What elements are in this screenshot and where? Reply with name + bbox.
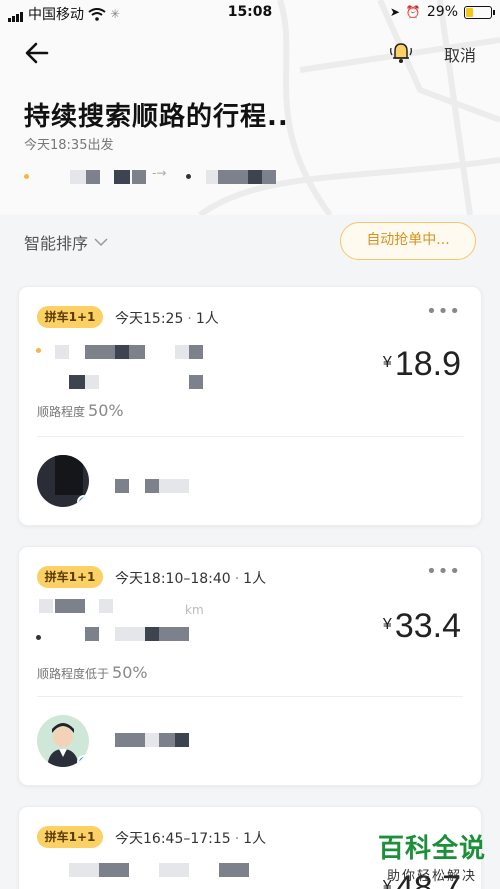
trip-time: 今天15:25 (115, 311, 184, 327)
redacted-text (115, 345, 129, 359)
redacted-text (132, 170, 146, 184)
price-value: 33.4 (394, 607, 461, 645)
redacted-text (85, 627, 99, 641)
trip-time: 今天16:45–17:15 (115, 831, 231, 847)
redacted-name (115, 479, 129, 493)
depart-time: 今天18:35出发 (24, 138, 114, 153)
carpool-badge: 拼车1+1 (37, 566, 103, 588)
route-match: 顺路程度低于 50% (37, 663, 148, 682)
destination-dot (36, 635, 41, 640)
route-arrow-icon: -→ (152, 166, 167, 180)
price: ¥33.4 (383, 607, 461, 646)
redacted-name (145, 479, 159, 493)
avatar[interactable] (37, 455, 89, 507)
redacted-text (262, 170, 276, 184)
redacted-text (99, 599, 113, 613)
auto-grab-button[interactable]: 自动抢单中... (340, 222, 476, 260)
carpool-badge: 拼车1+1 (37, 306, 103, 328)
verified-icon (77, 755, 89, 767)
watermark-title: 百科全说 (377, 834, 486, 864)
separator: · (234, 831, 240, 847)
redacted-text (219, 863, 249, 877)
redacted-text (85, 375, 99, 389)
redacted-text (206, 170, 218, 184)
battery-percent: 29% (426, 4, 458, 20)
divider (37, 696, 463, 697)
more-icon[interactable]: ••• (426, 561, 461, 582)
match-label: 顺路程度 (37, 405, 86, 419)
trip-people: 1人 (243, 571, 267, 587)
match-label: 顺路程度低于 (37, 667, 110, 681)
verified-icon (77, 495, 89, 507)
redacted-name (115, 733, 145, 747)
cancel-button[interactable]: 取消 (444, 42, 476, 66)
redacted-text (248, 170, 262, 184)
avatar[interactable] (37, 715, 89, 767)
avatar-image (55, 455, 83, 495)
currency-symbol: ¥ (382, 616, 392, 633)
back-arrow-icon[interactable] (22, 38, 52, 68)
redacted-text (159, 627, 189, 641)
redacted-text (145, 627, 159, 641)
smart-sort-dropdown[interactable]: 智能排序 (24, 230, 108, 254)
trip-people: 1人 (195, 311, 219, 327)
redacted-text (175, 345, 189, 359)
redacted-text (159, 863, 189, 877)
trip-card[interactable]: 拼车1+1 今天15:25 · 1人 ••• ¥18.9 顺路程度 50% (18, 286, 482, 526)
redacted-text (86, 170, 100, 184)
match-value: 50% (88, 401, 124, 420)
bell-icon[interactable] (386, 38, 416, 68)
divider (37, 436, 463, 437)
trip-info: 今天15:25 · 1人 (115, 308, 219, 328)
carpool-badge: 拼车1+1 (37, 826, 103, 848)
redacted-text (189, 345, 203, 359)
sort-label: 智能排序 (24, 234, 89, 253)
redacted-text (115, 627, 145, 641)
redacted-text (55, 345, 69, 359)
redacted-name (159, 733, 175, 747)
price-value: 18.9 (394, 345, 461, 383)
redacted-name (159, 479, 189, 493)
battery-icon (464, 5, 495, 19)
trip-people: 1人 (243, 831, 267, 847)
redacted-text (55, 599, 85, 613)
redacted-text (69, 863, 99, 877)
alarm-icon: ⏰ (405, 5, 421, 19)
redacted-name (175, 733, 189, 747)
trip-time: 今天18:10–18:40 (115, 571, 231, 587)
redacted-text (218, 170, 248, 184)
redacted-text (39, 599, 53, 613)
chevron-down-icon (94, 238, 108, 247)
redacted-text (99, 863, 129, 877)
watermark-subtitle: 助你轻松解决 (386, 869, 477, 884)
redacted-text (129, 345, 145, 359)
separator: · (234, 571, 240, 587)
redacted-text (69, 375, 85, 389)
more-icon[interactable]: ••• (426, 301, 461, 322)
redacted-text (189, 375, 203, 389)
route-summary: -→ (24, 165, 324, 187)
currency-symbol: ¥ (382, 354, 392, 371)
origin-dot (24, 174, 29, 179)
separator: · (187, 311, 192, 327)
price: ¥18.9 (383, 345, 461, 384)
redacted-text (85, 345, 115, 359)
destination-dot (186, 174, 191, 179)
status-bar: 中国移动 ✳ 15:08 ➤ ⏰ 29% (0, 0, 500, 26)
trip-info: 今天18:10–18:40 · 1人 (115, 568, 266, 588)
origin-dot (36, 348, 41, 353)
route-match: 顺路程度 50% (37, 401, 124, 420)
match-value: 50% (112, 663, 148, 682)
location-arrow-icon: ➤ (389, 5, 400, 19)
trip-info: 今天16:45–17:15 · 1人 (115, 828, 266, 848)
distance-hint: km (185, 603, 204, 617)
page-title: 持续搜索顺路的行程.. (24, 102, 289, 132)
redacted-text (114, 170, 130, 184)
trip-card[interactable]: 拼车1+1 今天18:10–18:40 · 1人 ••• km ¥33.4 顺路程度… (18, 546, 482, 786)
redacted-name (145, 733, 159, 747)
watermark: 百科全说 助你轻松解决 (378, 828, 486, 884)
